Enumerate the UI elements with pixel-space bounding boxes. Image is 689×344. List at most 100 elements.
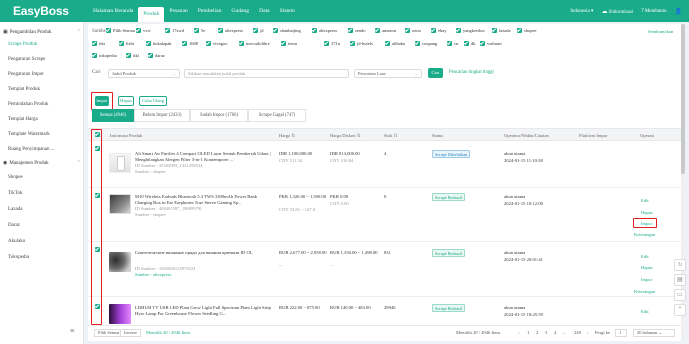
sidebar-item-lazada[interactable]: Lazada <box>8 207 22 212</box>
source-tiki-2[interactable]: tiki <box>126 53 139 58</box>
source-vvic[interactable]: vvic <box>136 28 151 33</box>
sidebar-item-template-watermark[interactable]: Template Watermark <box>8 132 50 137</box>
page-1[interactable]: 1 <box>527 330 529 335</box>
sidebar-item-scrape-produk[interactable]: Scrape Produk <box>8 42 37 47</box>
source-shanhaijing[interactable]: shanhaijing <box>273 28 301 33</box>
sidebar-item-templat-harga[interactable]: Templat Harga <box>8 117 38 122</box>
note-icon[interactable]: ▤ <box>674 274 686 286</box>
delete-button[interactable]: Hapus <box>118 96 134 106</box>
source-temu[interactable]: temu <box>281 41 297 46</box>
edit-link[interactable]: Edit <box>641 198 649 203</box>
product-title[interactable]: M10 Wireless Earbuds Bluetooth 5.3 TWS 3… <box>135 194 275 206</box>
source-coupang[interactable]: coupang <box>415 41 437 46</box>
refresh-icon[interactable]: ↻ <box>674 259 686 271</box>
import-link[interactable]: Impor <box>641 277 652 282</box>
notes-link[interactable]: Keterangan <box>634 289 655 294</box>
tab-belum-impor[interactable]: Belum Impor (2433) <box>134 109 190 122</box>
page-4[interactable]: 4 <box>554 330 556 335</box>
delete-link[interactable]: Hapus <box>641 210 653 215</box>
match-type-select[interactable]: Pencarian Luas ⌄ <box>354 69 422 78</box>
sidebar-group-pengambilan[interactable]: ▣ Pengambilan Produk ⌃ <box>3 29 81 36</box>
source-aliexpress-2[interactable]: aliexpress <box>312 28 337 33</box>
source-yangkeeduo[interactable]: yangkeeduo <box>456 28 485 33</box>
scrollbar-thumb[interactable] <box>681 24 685 174</box>
source-shopee[interactable]: shopee <box>517 28 537 33</box>
delete-link[interactable]: Hapus <box>641 265 653 270</box>
nav-gudang[interactable]: Gudang <box>226 0 254 22</box>
th-harga-diskon[interactable]: Harga Diskon ⇅ <box>330 133 361 139</box>
th-harga[interactable]: Harga ⇅ <box>279 133 295 139</box>
sidebar-item-shopee[interactable]: Shopee <box>8 175 23 180</box>
sidebar-item-ruang-penyimpanan[interactable]: Ruang Penyimpanan ... <box>8 147 55 152</box>
source-ebay[interactable]: ebay <box>431 28 447 33</box>
source-amazon[interactable]: amazon <box>375 28 396 33</box>
nav-sistem[interactable]: Sistem <box>275 0 300 22</box>
page-2[interactable]: 2 <box>536 330 538 335</box>
product-title[interactable]: Ali Smart Air Purifier 4 Compact OLED La… <box>135 151 275 163</box>
source-bukalapak[interactable]: bukalapak <box>146 41 172 46</box>
source-mercadolibre[interactable]: mercadolibre <box>239 41 270 46</box>
sidebar-item-pemindahan-produk[interactable]: Pemindahan Produk <box>8 102 48 107</box>
region-select[interactable]: Indonesia ▾ <box>570 8 593 14</box>
product-title[interactable]: Синтетические вязанные пряди для вязания… <box>135 250 275 256</box>
sidebar-item-pengaturan-impor[interactable]: Pengaturan Impor <box>8 72 44 77</box>
sidebar-item-akulaku[interactable]: Akulaku <box>8 239 25 244</box>
tab-scrape-gagal[interactable]: Scrape Gagal (747) <box>248 109 306 122</box>
page-3[interactable]: 3 <box>545 330 547 335</box>
nav-pesanan[interactable]: Pesanan <box>164 0 192 22</box>
table-row[interactable]: LDHLM TV USB LED Plant Grow Light Full S… <box>88 297 685 325</box>
source-daraz[interactable]: daraz <box>148 53 165 58</box>
source-cn[interactable]: cn <box>447 41 458 46</box>
product-image[interactable] <box>109 304 131 324</box>
scroll-top-icon[interactable]: ⌃ <box>674 304 686 316</box>
prev-page-icon[interactable]: ‹ <box>518 330 520 335</box>
source-lazada[interactable]: lazada <box>492 28 511 33</box>
source-jd[interactable]: jd <box>253 28 264 33</box>
source-tiki[interactable]: tiki <box>92 41 105 46</box>
sidebar-item-daraz[interactable]: Daraz <box>8 223 20 228</box>
collapse-filter-link[interactable]: Sembunyikan <box>648 29 673 34</box>
source-aliexpress[interactable]: aliexpress <box>218 28 243 33</box>
next-page-icon[interactable]: › <box>587 330 589 335</box>
page-last[interactable]: 248 <box>574 330 581 335</box>
source-lizhi[interactable]: lizhi <box>119 41 134 46</box>
sync-button[interactable]: ☁Sinkronisasi <box>601 8 633 15</box>
source-371n[interactable]: 371n <box>324 41 340 46</box>
table-row[interactable]: M10 Wireless Earbuds Bluetooth 5.3 TWS 3… <box>88 188 685 242</box>
source-sendo[interactable]: sendo <box>348 28 366 33</box>
nav-produk[interactable]: Produk <box>138 7 165 22</box>
search-button[interactable]: Cari <box>428 68 443 78</box>
nav-data[interactable]: Data <box>254 0 275 22</box>
table-row[interactable]: Ali Smart Air Purifier 4 Compact OLED La… <box>88 141 685 188</box>
product-title[interactable]: LDHLM TV USB LED Plant Grow Light Full S… <box>135 305 275 317</box>
per-page-select[interactable]: 20 halaman ⌄ <box>633 329 675 337</box>
source-ozon[interactable]: ozon <box>405 28 421 33</box>
source-dk[interactable]: dk <box>464 41 476 46</box>
sidebar-group-manajemen[interactable]: ◉ Manajemen Produk ⌃ <box>3 160 81 167</box>
source-jd-hotels[interactable]: jd-hotels <box>350 41 373 46</box>
select-all-checkbox[interactable]: Pilih Semua <box>106 28 135 33</box>
search-input[interactable]: Silakan masukkan judul produk <box>184 69 349 78</box>
product-image[interactable] <box>109 153 131 173</box>
source-tokopedia[interactable]: tokopedia <box>92 53 117 58</box>
product-image[interactable] <box>109 252 131 272</box>
source-alibaba[interactable]: alibaba <box>385 41 405 46</box>
th-stok[interactable]: Stok ⇅ <box>384 133 397 139</box>
source-vivagoo[interactable]: vivagoo <box>206 41 228 46</box>
search-field-select[interactable]: Judul Produk ⌄ <box>108 69 180 78</box>
source-5e[interactable]: 5e <box>194 28 205 33</box>
notes-link[interactable]: Keterangan <box>634 232 655 237</box>
table-row[interactable]: Синтетические вязанные пряди для вязания… <box>88 242 685 297</box>
sidebar-item-pengaturan-scrape[interactable]: Pengaturan Scrape <box>8 57 45 62</box>
retry-button[interactable]: Coba Ulang <box>139 96 167 106</box>
page-ellipsis[interactable]: ... <box>563 330 566 335</box>
help-button[interactable]: ?Membantu <box>641 8 666 14</box>
nav-beranda[interactable]: Halaman Beranda <box>88 0 138 22</box>
invert-button[interactable]: Inverse <box>120 329 141 337</box>
product-image[interactable] <box>109 194 131 214</box>
app-logo[interactable]: EasyBoss <box>0 4 88 18</box>
sidebar-item-tiktok[interactable]: TikTok <box>8 191 22 196</box>
page-input[interactable]: 1 <box>615 329 627 337</box>
chat-icon[interactable]: ▭ <box>674 289 686 301</box>
source-17zwd[interactable]: 17zwd <box>165 28 184 33</box>
